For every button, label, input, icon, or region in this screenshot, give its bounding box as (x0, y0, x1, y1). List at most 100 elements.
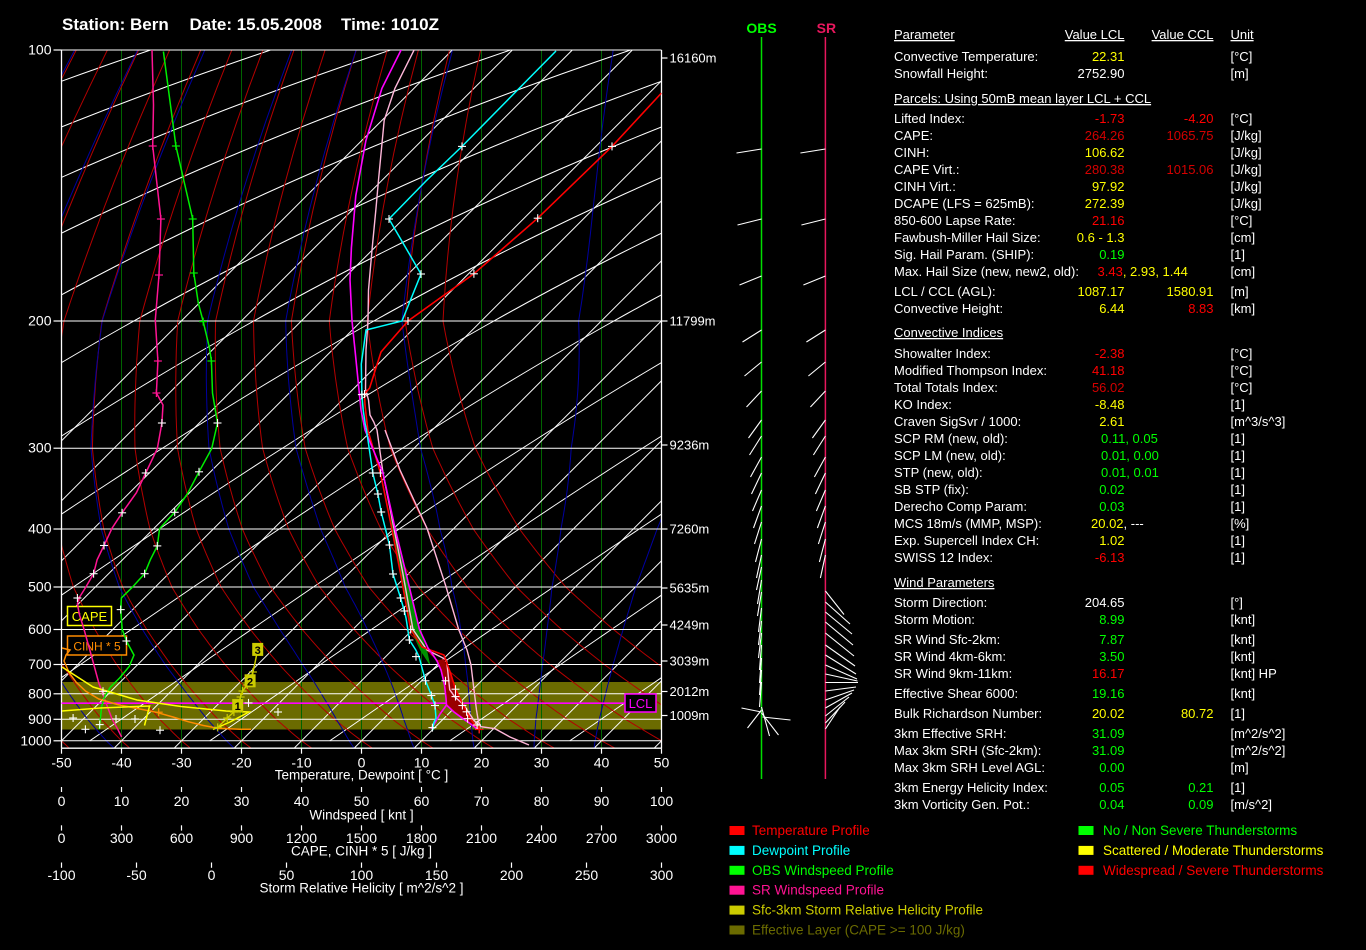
svg-text:[°C]: [°C] (1231, 111, 1253, 126)
svg-text:300: 300 (650, 867, 674, 883)
svg-text:90: 90 (594, 793, 610, 809)
svg-text:Derecho Comp Param:: Derecho Comp Param: (894, 499, 1027, 514)
svg-text:CAPE:: CAPE: (894, 128, 933, 143)
svg-text:1000: 1000 (20, 732, 51, 748)
svg-text:1580.91: 1580.91 (1167, 284, 1214, 299)
svg-text:600: 600 (28, 621, 52, 637)
svg-text:Widespread / Severe Thundersto: Widespread / Severe Thunderstorms (1103, 863, 1324, 878)
svg-text:Storm Direction:: Storm Direction: (894, 595, 987, 610)
svg-text:Max. Hail Size (new, new2, old: Max. Hail Size (new, new2, old): (894, 264, 1079, 279)
svg-text:0.05: 0.05 (1099, 780, 1124, 795)
svg-text:40: 40 (294, 793, 310, 809)
svg-text:600: 600 (170, 830, 194, 846)
svg-text:LCL / CCL (AGL):: LCL / CCL (AGL): (894, 284, 996, 299)
svg-text:Storm Relative Helicity [ m^2: Storm Relative Helicity [ m^2/s^2 ] (260, 881, 464, 896)
svg-text:9236m: 9236m (670, 438, 710, 453)
svg-text:CAPE: CAPE (72, 609, 108, 624)
svg-text:[knt]: [knt] (1231, 649, 1256, 664)
svg-text:[km]: [km] (1231, 301, 1256, 316)
svg-text:80: 80 (534, 793, 550, 809)
svg-text:300: 300 (110, 830, 134, 846)
svg-text:5635m: 5635m (670, 581, 710, 596)
svg-text:850-600 Lapse Rate:: 850-600 Lapse Rate: (894, 213, 1015, 228)
svg-text:Date: 15.05.2008: Date: 15.05.2008 (190, 15, 322, 34)
svg-text:KO Index:: KO Index: (894, 397, 952, 412)
svg-text:[°]: [°] (1231, 595, 1243, 610)
svg-text:[1]: [1] (1231, 482, 1245, 497)
svg-text:30: 30 (234, 793, 250, 809)
svg-text:[J/kg]: [J/kg] (1231, 162, 1262, 177)
svg-text:20: 20 (474, 755, 490, 771)
svg-text:8.83: 8.83 (1188, 301, 1213, 316)
svg-text:16160m: 16160m (670, 51, 717, 66)
svg-text:SCP LM (new, old):: SCP LM (new, old): (894, 448, 1006, 463)
svg-text:LCL: LCL (629, 696, 653, 711)
svg-text:-1.73: -1.73 (1095, 111, 1125, 126)
svg-text:200: 200 (28, 313, 52, 329)
svg-text:Bulk Richardson Number:: Bulk Richardson Number: (894, 706, 1042, 721)
svg-text:2: 2 (247, 676, 253, 688)
svg-text:SR Windspeed Profile: SR Windspeed Profile (752, 883, 884, 898)
svg-text:SR: SR (817, 20, 836, 36)
svg-text:Showalter Index:: Showalter Index: (894, 346, 991, 361)
svg-text:[knt]: [knt] (1231, 612, 1256, 627)
svg-text:-50: -50 (51, 755, 71, 771)
svg-text:Effective Layer (CAPE >= 100 J: Effective Layer (CAPE >= 100 J/kg) (752, 923, 965, 938)
svg-text:Scattered / Moderate Thunderst: Scattered / Moderate Thunderstorms (1103, 843, 1324, 858)
svg-text:Sig. Hail Param. (SHIP):: Sig. Hail Param. (SHIP): (894, 247, 1034, 262)
svg-text:Parameter: Parameter (894, 27, 955, 42)
svg-text:3039m: 3039m (670, 654, 710, 669)
svg-text:3km Vorticity Gen. Pot.:: 3km Vorticity Gen. Pot.: (894, 797, 1030, 812)
svg-text:0: 0 (58, 793, 66, 809)
svg-text:Convective Indices: Convective Indices (894, 325, 1004, 340)
svg-text:[°C]: [°C] (1231, 49, 1253, 64)
svg-text:0.01, 0.01: 0.01, 0.01 (1101, 465, 1159, 480)
svg-text:31.09: 31.09 (1092, 743, 1125, 758)
svg-text:3.50: 3.50 (1099, 649, 1124, 664)
svg-text:0.03: 0.03 (1099, 499, 1124, 514)
svg-text:-100: -100 (47, 867, 75, 883)
svg-text:300: 300 (28, 440, 52, 456)
svg-text:500: 500 (28, 579, 52, 595)
svg-text:No / Non Severe Thunderstorms: No / Non Severe Thunderstorms (1103, 823, 1297, 838)
svg-text:[°C]: [°C] (1231, 363, 1253, 378)
svg-text:-20: -20 (231, 755, 251, 771)
svg-text:10: 10 (114, 793, 130, 809)
svg-text:-2.38: -2.38 (1095, 346, 1125, 361)
svg-text:[1]: [1] (1231, 499, 1245, 514)
svg-text:400: 400 (28, 521, 52, 537)
svg-text:80.72: 80.72 (1181, 706, 1214, 721)
svg-text:Convective Height:: Convective Height: (894, 301, 1003, 316)
svg-text:Temperature Profile: Temperature Profile (752, 823, 870, 838)
svg-text:CINH * 5: CINH * 5 (73, 640, 121, 654)
svg-text:[cm]: [cm] (1231, 230, 1256, 245)
svg-text:SCP RM (new, old):: SCP RM (new, old): (894, 431, 1008, 446)
svg-text:[1]: [1] (1231, 247, 1245, 262)
svg-text:3: 3 (255, 645, 261, 657)
svg-text:100: 100 (28, 42, 52, 58)
svg-text:Lifted Index:: Lifted Index: (894, 111, 965, 126)
svg-text:[1]: [1] (1231, 448, 1245, 463)
svg-text:0.6 - 1.3: 0.6 - 1.3 (1077, 230, 1125, 245)
svg-text:0: 0 (208, 867, 216, 883)
svg-text:900: 900 (28, 711, 52, 727)
svg-text:[1]: [1] (1231, 550, 1245, 565)
svg-text:[1]: [1] (1231, 780, 1245, 795)
svg-text:-6.13: -6.13 (1095, 550, 1125, 565)
svg-text:97.92: 97.92 (1092, 179, 1125, 194)
svg-text:3.43, 2.93, 1.44: 3.43, 2.93, 1.44 (1098, 264, 1188, 279)
svg-text:7260m: 7260m (670, 522, 710, 537)
svg-text:Snowfall Height:: Snowfall Height: (894, 66, 988, 81)
svg-text:8.99: 8.99 (1099, 612, 1124, 627)
svg-text:Effective Shear 6000:: Effective Shear 6000: (894, 686, 1018, 701)
svg-text:1: 1 (235, 701, 241, 713)
svg-text:OBS: OBS (746, 20, 776, 36)
svg-text:[%]: [%] (1231, 516, 1250, 531)
svg-text:SB STP (fix):: SB STP (fix): (894, 482, 969, 497)
svg-text:900: 900 (230, 830, 254, 846)
svg-text:40: 40 (594, 755, 610, 771)
svg-text:[m^2/s^2]: [m^2/s^2] (1231, 726, 1286, 741)
svg-text:SR Wind Sfc-2km:: SR Wind Sfc-2km: (894, 632, 1000, 647)
svg-text:20: 20 (174, 793, 190, 809)
svg-text:2.61: 2.61 (1099, 414, 1124, 429)
